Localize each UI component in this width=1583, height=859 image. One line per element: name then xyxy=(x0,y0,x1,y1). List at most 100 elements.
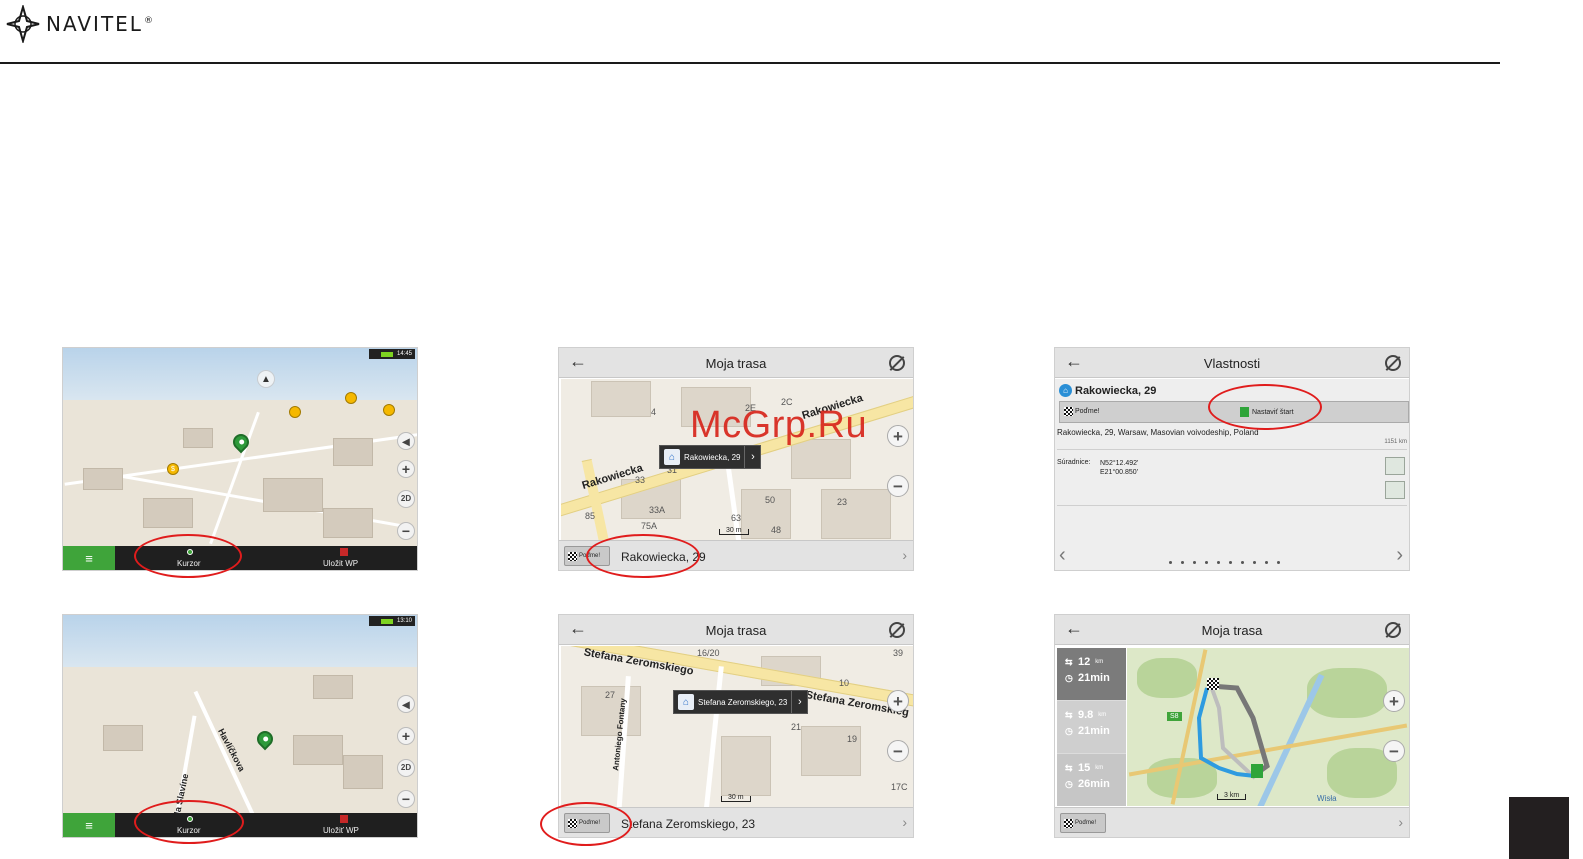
full-address: Rakowiecka, 29, Warsaw, Masovian voivode… xyxy=(1057,428,1259,437)
map-scale: 30 m xyxy=(721,794,751,802)
chevron-right-icon[interactable]: › xyxy=(744,446,760,468)
map-marker-button-icon[interactable] xyxy=(1385,457,1405,475)
zoom-out-button[interactable]: − xyxy=(887,475,909,497)
offline-globe-icon[interactable] xyxy=(1385,622,1401,638)
screenshot-route-overview: ← Moja trasa ⇆ 12 km ◷ 21min ⇆ 9.8 km ◷ 21min … xyxy=(1054,614,1410,838)
distance: 1151 km xyxy=(1384,439,1407,445)
menu-button[interactable]: ≡ xyxy=(63,813,115,837)
map-sky xyxy=(63,348,417,400)
map-scale: 3 km xyxy=(1217,792,1247,800)
zoom-in-button[interactable]: + xyxy=(887,425,909,447)
house-number: 23 xyxy=(837,497,848,507)
divider xyxy=(1057,505,1407,506)
checkered-flag-icon xyxy=(1064,818,1073,828)
house-number: 10 xyxy=(839,678,850,688)
go-button[interactable]: Poďme! xyxy=(1060,813,1106,833)
home-icon: ⌂ xyxy=(664,449,680,465)
screenshot-map-3d-1: 14:45 ▲ $ ◂ + 2D − ≡ Kurzor Uložit WP xyxy=(62,347,418,571)
app-header: ← Moja trasa xyxy=(559,615,913,645)
route-options: ⇆ 12 km ◷ 21min ⇆ 9.8 km ◷ 21min ⇆ 15 km ◷ 26min xyxy=(1057,648,1126,806)
go-button[interactable]: Poďme! xyxy=(1064,407,1100,416)
volume-icon[interactable]: ◂ xyxy=(397,695,415,713)
route-option[interactable]: ⇆ 12 km ◷ 21min xyxy=(1057,648,1126,700)
chevron-right-icon[interactable]: › xyxy=(791,691,807,713)
map-building xyxy=(293,735,343,765)
volume-icon[interactable]: ◂ xyxy=(397,432,415,450)
chevron-left-icon[interactable]: ‹ xyxy=(1059,544,1066,567)
chevron-right-icon[interactable]: › xyxy=(1396,544,1403,567)
home-icon: ⌂ xyxy=(1059,384,1072,397)
watermark: McGrp.Ru xyxy=(690,404,868,446)
view-2d-button[interactable]: 2D xyxy=(397,759,415,777)
address-popup[interactable]: ⌂ Rakowiecka, 29 › xyxy=(659,445,762,469)
chevron-right-icon[interactable]: › xyxy=(902,547,907,563)
route-option[interactable]: ⇆ 9.8 km ◷ 21min xyxy=(1057,701,1126,753)
house-number: 17C xyxy=(891,782,908,792)
house-number: 85 xyxy=(585,511,596,521)
map-building xyxy=(333,438,373,466)
zoom-out-button[interactable]: − xyxy=(397,790,415,808)
zoom-out-button[interactable]: − xyxy=(397,522,415,540)
house-number: 33A xyxy=(649,505,666,515)
map-2d: Stefana Zeromskiego Stefana Zeromskieg A… xyxy=(561,646,913,808)
coordinates-label: Súradnice: xyxy=(1057,459,1091,466)
map-block xyxy=(721,736,771,796)
screen-title: Vlastnosti xyxy=(1203,356,1261,371)
place-title: ⌂ Rakowiecka, 29 xyxy=(1059,384,1156,397)
poi-icon[interactable] xyxy=(289,406,301,418)
map-sky xyxy=(63,615,417,667)
finish-flag-icon xyxy=(1207,678,1219,690)
view-2d-button[interactable]: 2D xyxy=(397,490,415,508)
zoom-in-button[interactable]: + xyxy=(397,727,415,745)
clock-icon: ◷ xyxy=(1065,672,1073,683)
save-waypoint-button[interactable]: Uložiť WP xyxy=(323,826,359,835)
popup-label: Rakowiecka, 29 xyxy=(684,452,741,462)
home-icon: ⌂ xyxy=(678,694,694,710)
money-poi-icon[interactable]: $ xyxy=(167,463,179,475)
route-option[interactable]: ⇆ 15 km ◷ 26min xyxy=(1057,754,1126,806)
chevron-right-icon[interactable]: › xyxy=(1398,814,1403,830)
battery-icon xyxy=(380,618,393,624)
zoom-out-button[interactable]: − xyxy=(887,740,909,762)
map-building xyxy=(183,428,213,448)
latitude: N52°12.492' xyxy=(1100,460,1139,467)
save-waypoint-flag-icon xyxy=(340,815,348,823)
house-number: 39 xyxy=(893,648,904,658)
poi-icon[interactable] xyxy=(345,392,357,404)
house-number: 16/20 xyxy=(697,648,720,658)
road-badge: S8 xyxy=(1167,712,1182,721)
zoom-in-button[interactable]: + xyxy=(397,460,415,478)
callout-highlight xyxy=(540,802,632,846)
callout-highlight xyxy=(134,800,244,844)
header-rule xyxy=(0,62,1500,64)
page-corner-tab xyxy=(1509,797,1569,859)
compass-icon[interactable]: ▲ xyxy=(257,370,275,388)
address-popup[interactable]: ⌂ Stefana Zeromskiego, 23 › xyxy=(673,690,809,714)
house-number: 19 xyxy=(847,734,858,744)
house-number: 63 xyxy=(731,513,742,523)
offline-globe-icon[interactable] xyxy=(889,355,905,371)
app-header: ← Moja trasa xyxy=(559,348,913,378)
menu-button[interactable]: ≡ xyxy=(63,546,115,570)
callout-highlight xyxy=(134,534,242,578)
map-block xyxy=(821,489,891,539)
map-building xyxy=(263,478,323,512)
zoom-out-button[interactable]: − xyxy=(1383,740,1405,762)
offline-globe-icon[interactable] xyxy=(1385,355,1401,371)
save-waypoint-button[interactable]: Uložit WP xyxy=(323,559,358,568)
route-map: S8 Wisła 3 km + − xyxy=(1127,648,1409,806)
map-building xyxy=(343,755,383,789)
app-header: ← Moja trasa xyxy=(1055,615,1409,645)
page-dots xyxy=(1169,561,1280,564)
map-building xyxy=(103,725,143,751)
chevron-right-icon[interactable]: › xyxy=(902,814,907,830)
zoom-in-button[interactable]: + xyxy=(1383,690,1405,712)
send-sms-icon[interactable] xyxy=(1385,481,1405,499)
river-label: Wisła xyxy=(1317,794,1337,803)
status-bar: 13:10 xyxy=(369,616,415,626)
offline-globe-icon[interactable] xyxy=(889,622,905,638)
address-bar: Poďme! › xyxy=(1055,807,1409,837)
screen-title: Moja trasa xyxy=(705,623,767,638)
zoom-in-button[interactable]: + xyxy=(887,690,909,712)
poi-icon[interactable] xyxy=(383,404,395,416)
